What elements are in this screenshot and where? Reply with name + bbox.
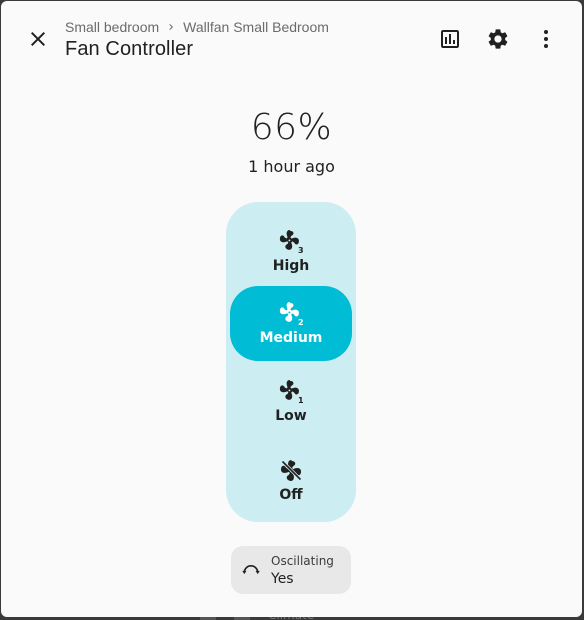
chevron-right-icon [165,21,177,33]
header-actions [430,19,566,59]
close-icon [31,32,45,46]
fan-speed-1-icon: 1 [279,379,303,404]
speed-option-medium[interactable]: 2 Medium [230,286,352,361]
breadcrumb: Small bedroom Wallfan Small Bedroom [65,18,329,36]
fan-percentage: 66% [250,107,333,148]
svg-text:1: 1 [298,396,303,404]
oscillation-label: Oscillating [271,553,334,568]
speed-label: Off [279,486,303,503]
speed-option-low[interactable]: 1 Low [230,364,352,439]
settings-button[interactable] [478,19,518,59]
breadcrumb-area[interactable]: Small bedroom [65,19,159,35]
svg-text:2: 2 [298,318,303,326]
fan-speed-control: 3 High 2 Medium 1 Low Off [226,202,356,522]
oscillation-value: Yes [271,570,294,587]
fan-speed-2-icon: 2 [279,301,303,326]
last-changed: 1 hour ago [248,157,335,176]
speed-label: High [272,257,310,274]
dialog-titles: Small bedroom Wallfan Small Bedroom Fan … [65,18,329,61]
speed-label: Low [275,407,307,424]
arrow-oscillating-icon [231,560,271,580]
speed-label: Medium [259,329,323,346]
oscillation-toggle[interactable]: Oscillating Yes [231,546,351,594]
speed-option-off[interactable]: Off [230,443,352,518]
chart-box-icon [441,30,459,48]
fan-speed-3-icon: 3 [279,229,303,254]
svg-text:3: 3 [298,246,303,254]
close-button[interactable] [18,19,58,59]
gear-icon [488,29,508,49]
breadcrumb-device[interactable]: Wallfan Small Bedroom [183,19,329,35]
dialog-title: Fan Controller [65,38,194,60]
fan-off-icon [281,459,302,481]
more-info-dialog: Small bedroom Wallfan Small Bedroom Fan … [1,1,582,617]
more-options-button[interactable] [526,19,566,59]
dots-vertical-icon [544,30,548,48]
speed-option-high[interactable]: 3 High [230,214,352,289]
history-button[interactable] [430,19,470,59]
oscillation-text: Oscillating Yes [271,554,334,587]
